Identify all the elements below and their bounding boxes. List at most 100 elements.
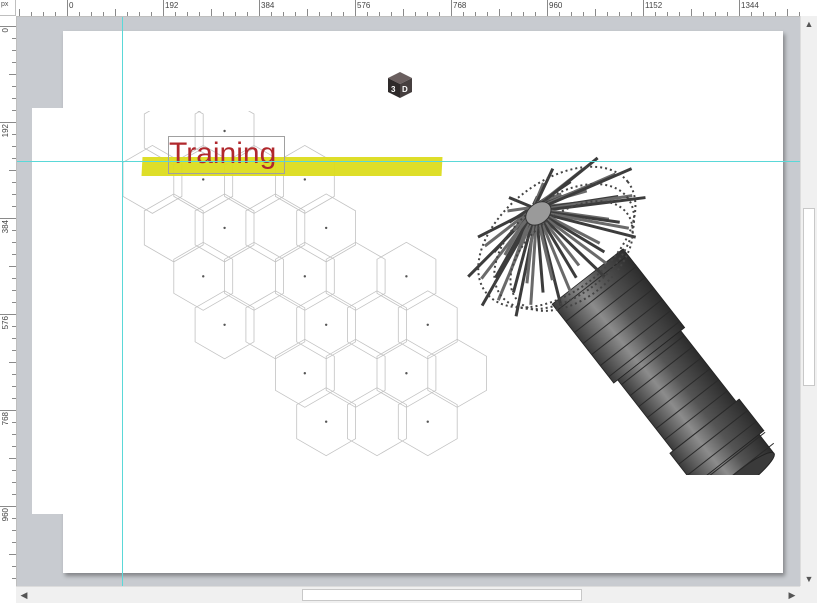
ruler-tick	[547, 0, 548, 16]
vertical-scrollbar[interactable]: ▲ ▼	[800, 16, 817, 587]
network-node	[303, 178, 307, 181]
ruler-tick	[9, 458, 16, 459]
ruler-tick	[12, 230, 16, 231]
arrow-right-icon[interactable]: ▶	[784, 587, 800, 603]
ruler-tick	[12, 494, 16, 495]
ruler-label: 384	[261, 1, 275, 10]
network-node	[303, 372, 307, 375]
scroll-corner	[800, 586, 817, 603]
ruler-tick	[12, 398, 16, 399]
ruler-tick	[307, 9, 308, 16]
ruler-tick	[0, 218, 16, 219]
ruler-tick	[12, 254, 16, 255]
slide-title[interactable]: Training	[169, 134, 276, 174]
ruler-tick	[631, 12, 632, 16]
ruler-tick	[12, 50, 16, 51]
network-node	[324, 420, 328, 423]
ruler-tick	[9, 266, 16, 267]
ruler-tick	[163, 0, 164, 16]
arrow-left-icon[interactable]: ◀	[16, 587, 32, 603]
ruler-tick	[0, 506, 16, 507]
ruler-label: 960	[1, 508, 10, 522]
hexagon-cell	[224, 241, 284, 311]
ruler-tick	[12, 434, 16, 435]
ruler-tick	[12, 374, 16, 375]
ruler-tick	[0, 122, 16, 123]
svg-text:D: D	[402, 85, 408, 94]
ruler-tick	[463, 12, 464, 16]
ruler-tick	[619, 12, 620, 16]
svg-text:3: 3	[391, 85, 396, 94]
ruler-tick	[763, 12, 764, 16]
ruler-tick	[9, 554, 16, 555]
ruler-tick	[139, 12, 140, 16]
ruler-tick	[283, 12, 284, 16]
ruler-tick	[12, 302, 16, 303]
ruler-tick	[12, 242, 16, 243]
ruler-tick	[583, 12, 584, 16]
ruler-tick	[211, 9, 212, 16]
ruler-tick	[403, 9, 404, 16]
ruler-tick	[12, 134, 16, 135]
hexagon-cell	[325, 338, 386, 408]
ruler-tick	[355, 0, 356, 16]
ruler-tick	[0, 410, 16, 411]
arrow-up-icon[interactable]: ▲	[801, 16, 817, 32]
ruler-label: 576	[357, 1, 371, 10]
arrow-down-icon[interactable]: ▼	[801, 571, 817, 587]
ruler-tick	[12, 326, 16, 327]
ruler-tick	[475, 12, 476, 16]
vertical-guide-line[interactable]	[122, 17, 123, 586]
ruler-tick	[67, 0, 68, 16]
network-node	[202, 178, 205, 181]
ruler-tick	[127, 12, 128, 16]
ruler-tick	[12, 530, 16, 531]
ruler-tick	[12, 470, 16, 471]
ruler-tick	[12, 86, 16, 87]
ruler-tick	[91, 12, 92, 16]
ruler-tick	[12, 38, 16, 39]
3d-cube-icon[interactable]: 3 D	[387, 71, 413, 99]
horizontal-ruler[interactable]: 0 192 384 576 768 960 1152 1344	[16, 0, 801, 17]
ruler-tick	[12, 182, 16, 183]
ruler-tick	[115, 9, 116, 16]
ruler-tick	[439, 12, 440, 16]
ruler-label: 960	[549, 1, 563, 10]
hexagon-cell	[325, 241, 386, 311]
ruler-tick	[655, 12, 656, 16]
ruler-tick	[12, 578, 16, 579]
ruler-tick	[0, 314, 16, 315]
network-node	[324, 226, 328, 230]
ruler-tick	[12, 278, 16, 279]
ruler-tick	[247, 12, 248, 16]
ruler-tick	[12, 566, 16, 567]
horizontal-guide-line[interactable]	[17, 161, 800, 162]
ruler-tick	[12, 146, 16, 147]
ruler-tick	[487, 12, 488, 16]
ruler-tick	[775, 12, 776, 16]
ruler-tick	[223, 12, 224, 16]
ruler-tick	[12, 386, 16, 387]
ruler-tick	[12, 446, 16, 447]
ruler-tick	[427, 12, 428, 16]
ruler-tick	[19, 9, 20, 16]
ruler-tick	[12, 338, 16, 339]
ruler-tick	[367, 12, 368, 16]
slide-page[interactable]: Training 3 D	[32, 31, 783, 573]
hexagon-cell	[245, 193, 306, 263]
ruler-label: 1344	[741, 1, 759, 10]
ruler-unit-label: px	[0, 0, 16, 16]
canvas-workarea[interactable]: Training 3 D	[17, 17, 800, 586]
ruler-tick	[703, 12, 704, 16]
ruler-tick	[259, 0, 260, 16]
ruler-tick	[12, 350, 16, 351]
ruler-tick	[199, 12, 200, 16]
vertical-scroll-thumb[interactable]	[803, 208, 815, 386]
ruler-tick	[379, 12, 380, 16]
vertical-ruler[interactable]: 0 192 384 576 768 960	[0, 16, 17, 587]
network-node	[324, 323, 328, 326]
horizontal-scroll-thumb[interactable]	[302, 589, 582, 601]
ruler-tick	[535, 12, 536, 16]
ruler-tick	[12, 158, 16, 159]
horizontal-scrollbar[interactable]: ◀ ▶	[16, 586, 801, 603]
